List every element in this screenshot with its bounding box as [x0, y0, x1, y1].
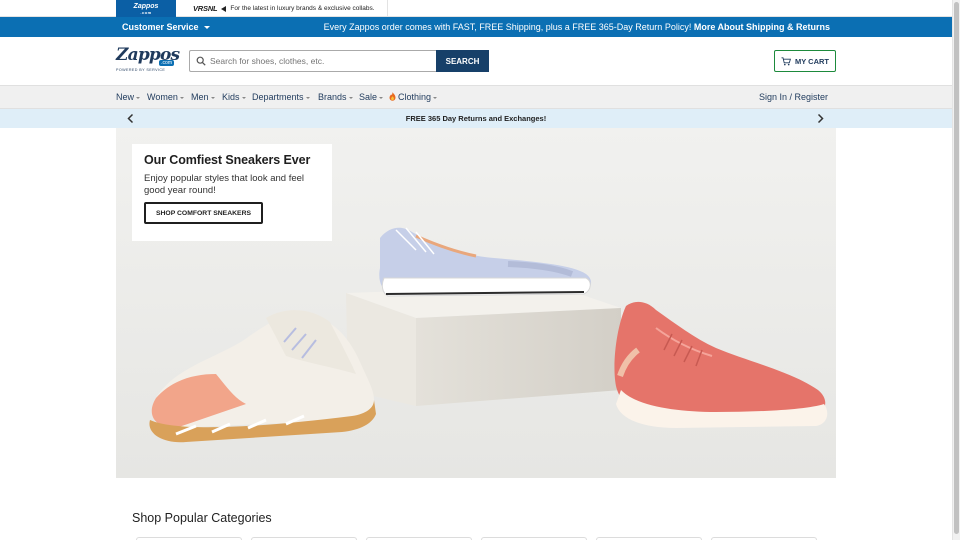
search-input[interactable] — [189, 50, 437, 72]
vrsnl-logo: VRSNL — [193, 4, 218, 13]
play-icon — [221, 5, 227, 12]
nav-item-label: Departments — [252, 92, 304, 102]
chevron-down-icon — [179, 96, 184, 99]
site-header: Zappos .com POWERED BY SERVICE SEARCH MY… — [0, 37, 952, 85]
nav-item-label: Clothing — [398, 92, 432, 102]
chevron-down-icon — [305, 96, 310, 99]
chevron-right-icon[interactable] — [815, 113, 826, 124]
logo-dotcom: .com — [159, 60, 174, 66]
cart-button[interactable]: MY CART — [774, 50, 836, 72]
zappos-logo[interactable]: Zappos .com POWERED BY SERVICE — [116, 47, 180, 75]
nav-item-label: Kids — [222, 92, 240, 102]
nav-item-new[interactable]: New — [116, 86, 141, 110]
search-button[interactable]: SEARCH — [436, 50, 489, 72]
flame-icon — [389, 92, 396, 101]
chevron-down-icon — [203, 26, 210, 30]
nav-item-men[interactable]: Men — [191, 86, 215, 110]
nav-item-women[interactable]: Women — [147, 86, 184, 110]
hero-subtitle: Enjoy popular styles that look and feel … — [144, 173, 305, 196]
shipping-returns-link[interactable]: More About Shipping & Returns — [694, 22, 830, 32]
nav-item-label: Men — [191, 92, 209, 102]
nav-item-departments[interactable]: Departments — [252, 86, 310, 110]
chevron-down-icon — [379, 96, 384, 99]
logo-tagline: POWERED BY SERVICE — [116, 68, 166, 72]
customer-service-menu[interactable]: Customer Service — [122, 17, 210, 37]
chevron-down-icon — [433, 96, 438, 99]
promo-message: Every Zappos order comes with FAST, FREE… — [324, 17, 830, 37]
chevron-down-icon — [136, 96, 141, 99]
popular-categories-heading: Shop Popular Categories — [132, 511, 272, 525]
nav-item-clothing[interactable]: Clothing — [389, 86, 438, 110]
cart-label: MY CART — [794, 56, 830, 66]
nav-item-label: Sale — [359, 92, 378, 102]
scrollbar-thumb[interactable] — [954, 2, 959, 534]
zappos-tab-sub: .com — [140, 10, 152, 15]
search-icon — [196, 56, 206, 66]
search-form: SEARCH — [189, 50, 489, 72]
nav-item-label: New — [116, 92, 135, 102]
hero-banner[interactable]: Our Comfiest Sneakers Ever Enjoy popular… — [116, 128, 836, 478]
nav-item-label: Women — [147, 92, 178, 102]
nav-item-label: Brands — [318, 92, 347, 102]
main-nav: New Women Men Kids Departments Brands Sa… — [0, 85, 952, 109]
chevron-down-icon — [348, 96, 353, 99]
sign-in-link[interactable]: Sign In / Register — [759, 86, 828, 110]
returns-banner: FREE 365 Day Returns and Exchanges! — [0, 109, 952, 128]
property-bar: Zappos .com VRSNL For the latest in luxu… — [0, 0, 952, 17]
hero-promo-card: Our Comfiest Sneakers Ever Enjoy popular… — [132, 144, 332, 241]
promo-message-text: Every Zappos order comes with FAST, FREE… — [323, 22, 692, 32]
zappos-tab-label: Zappos — [133, 3, 159, 10]
page: Zappos .com VRSNL For the latest in luxu… — [0, 0, 960, 540]
returns-banner-text: FREE 365 Day Returns and Exchanges! — [405, 114, 547, 123]
nav-item-kids[interactable]: Kids — [222, 86, 246, 110]
page-scrollbar[interactable] — [952, 0, 960, 540]
nav-item-sale[interactable]: Sale — [359, 86, 384, 110]
promo-bar: Customer Service Every Zappos order come… — [0, 17, 952, 37]
chevron-down-icon — [241, 96, 246, 99]
vrsnl-property-tab[interactable]: VRSNL For the latest in luxury brands & … — [176, 0, 388, 17]
nav-item-brands[interactable]: Brands — [318, 86, 353, 110]
chevron-down-icon — [210, 96, 215, 99]
vrsnl-tagline: For the latest in luxury brands & exclus… — [230, 5, 375, 12]
shop-comfort-sneakers-button[interactable]: SHOP COMFORT SNEAKERS — [144, 202, 263, 224]
customer-service-label: Customer Service — [122, 22, 199, 32]
zappos-property-tab[interactable]: Zappos .com — [116, 0, 176, 17]
cart-icon — [781, 56, 791, 65]
chevron-left-icon[interactable] — [125, 113, 136, 124]
hero-title: Our Comfiest Sneakers Ever — [144, 153, 311, 167]
